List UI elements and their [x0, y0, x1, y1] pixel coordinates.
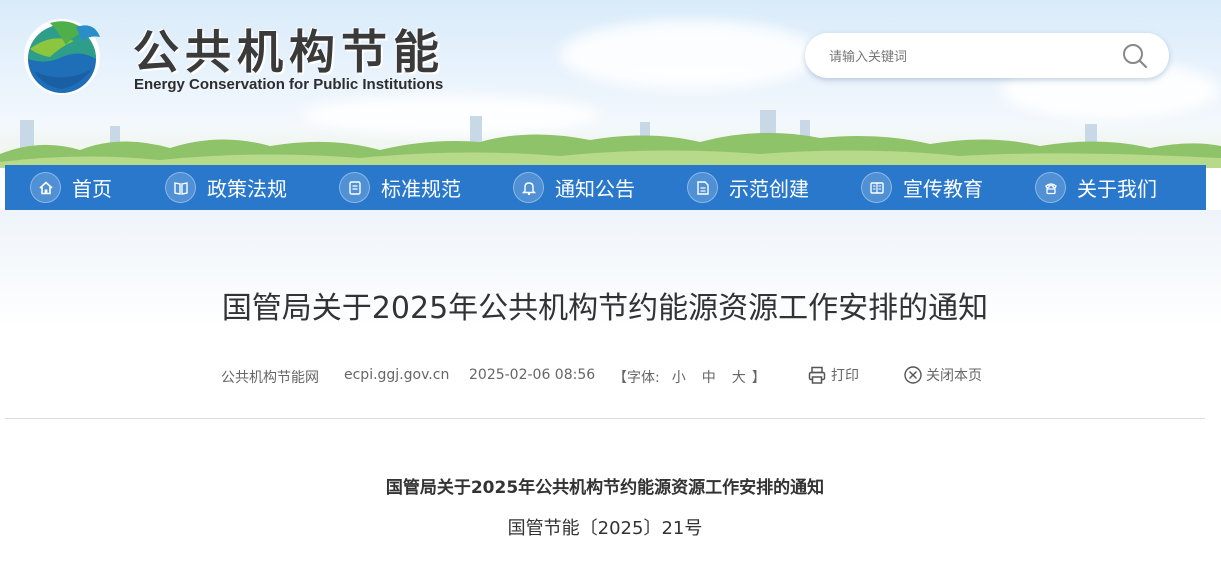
tree-line-decoration [0, 132, 1221, 168]
phone-icon [1035, 172, 1066, 203]
article-source: 公共机构节能网 [221, 370, 319, 386]
document-icon [339, 172, 370, 203]
site-title: 公共机构节能 [133, 25, 445, 79]
site-logo [24, 19, 100, 95]
print-button[interactable]: 打印 [807, 365, 859, 385]
nav-item-about[interactable]: 关于我们 [1035, 165, 1157, 210]
article-title: 国管局关于2025年公共机构节约能源资源工作安排的通知 [221, 291, 989, 326]
nav-label: 关于我们 [1077, 177, 1157, 201]
font-size-label-close: 】 [751, 370, 766, 386]
nav-item-demonstration[interactable]: 示范创建 [687, 165, 809, 210]
font-size-label-open: 【字体: [613, 370, 660, 386]
main-nav: 首页 政策法规 标准规范 通知公告 示范创建 宣传教育 关于我们 [5, 165, 1206, 210]
print-label: 打印 [831, 368, 859, 384]
bell-icon [513, 172, 544, 203]
nav-label: 通知公告 [555, 177, 635, 201]
font-size-controls: 【字体: 小 中 大 】 [613, 367, 766, 387]
site-subtitle: Energy Conservation for Public Instituti… [134, 76, 444, 93]
font-size-small-button[interactable]: 小 [672, 367, 686, 387]
header-banner: 公共机构节能 Energy Conservation for Public In… [0, 0, 1221, 168]
close-icon [904, 366, 922, 384]
font-size-medium-button[interactable]: 中 [702, 367, 716, 387]
close-page-button[interactable]: 关闭本页 [903, 365, 982, 385]
cloud-decoration [560, 20, 820, 90]
search-box [805, 33, 1169, 78]
book-icon [165, 172, 196, 203]
nav-label: 首页 [72, 177, 112, 201]
home-icon [30, 172, 61, 203]
search-input[interactable] [827, 44, 1111, 68]
nav-item-notices[interactable]: 通知公告 [513, 165, 635, 210]
nav-item-standards[interactable]: 标准规范 [339, 165, 461, 210]
body-title: 国管局关于2025年公共机构节约能源资源工作安排的通知 [385, 478, 825, 498]
article-domain: ecpi.ggj.gov.cn [344, 367, 450, 383]
nav-item-education[interactable]: 宣传教育 [861, 165, 983, 210]
printer-icon [808, 366, 826, 384]
font-size-large-button[interactable]: 大 [732, 367, 746, 387]
article-datetime: 2025-02-06 08:56 [469, 367, 596, 383]
nav-item-policy[interactable]: 政策法规 [165, 165, 287, 210]
search-icon[interactable] [1121, 42, 1149, 70]
nav-label: 标准规范 [381, 177, 461, 201]
file-icon [687, 172, 718, 203]
document-number: 国管节能〔2025〕21号 [507, 518, 703, 539]
nav-label: 政策法规 [207, 177, 287, 201]
newspaper-icon [861, 172, 892, 203]
nav-label: 宣传教育 [903, 177, 983, 201]
close-page-label: 关闭本页 [926, 368, 982, 384]
nav-label: 示范创建 [729, 177, 809, 201]
nav-item-home[interactable]: 首页 [30, 165, 112, 210]
divider [5, 418, 1205, 419]
